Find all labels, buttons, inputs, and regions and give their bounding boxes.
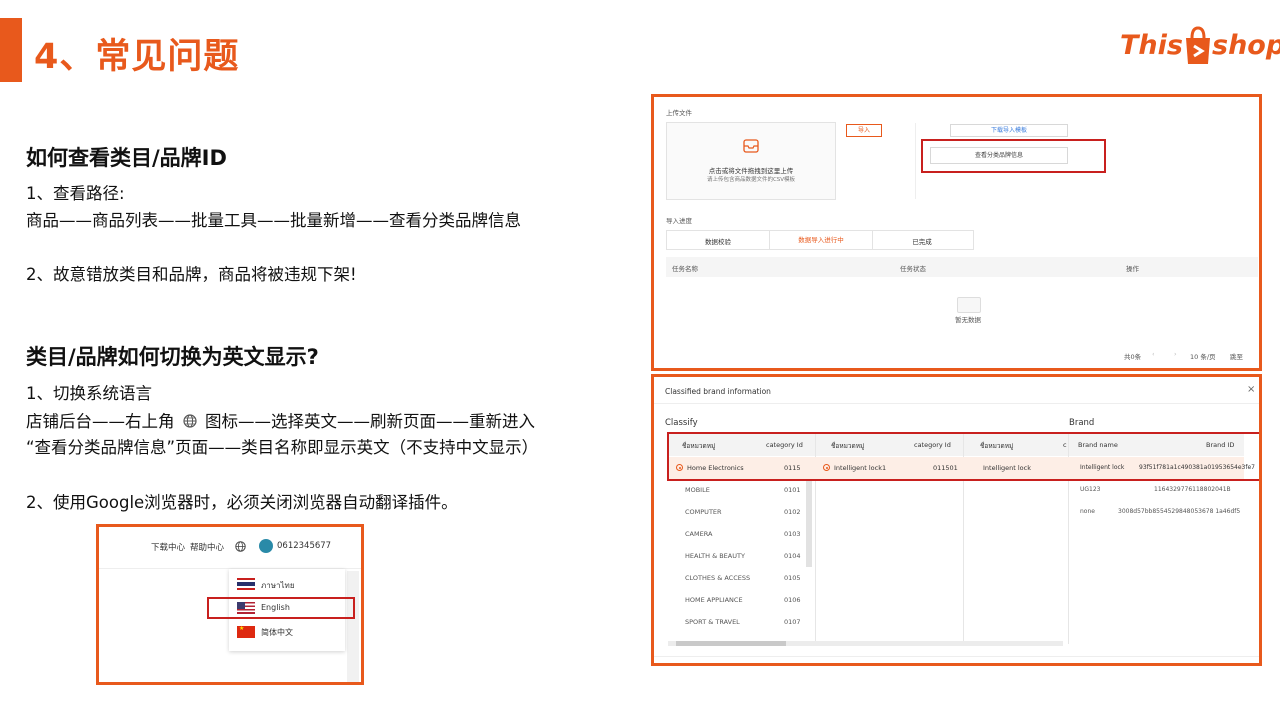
next-page-icon[interactable]: ›	[1174, 350, 1177, 358]
category-id: 0105	[784, 574, 801, 582]
brand-name: UG123	[1080, 486, 1101, 493]
category-name: COMPUTER	[685, 508, 722, 516]
tab-completed[interactable]: 已完成	[871, 236, 973, 246]
table-row[interactable]: HOME APPLIANCE 0106	[668, 589, 808, 611]
bulk-upload-screenshot: 上传文件 点击或将文件拖拽到这里上传 请上传包含商品数据文件的CSV模板 导入 …	[651, 94, 1262, 371]
faq2-step1-line2: “查看分类品牌信息”页面——类目名称即显示英文（不支持中文显示）	[26, 438, 539, 457]
globe-icon[interactable]	[235, 541, 246, 552]
download-center-link[interactable]: 下载中心	[151, 541, 185, 553]
avatar[interactable]	[259, 539, 273, 553]
faq2-step2: 2、使用Google浏览器时，必须关闭浏览器自动翻译插件。	[26, 493, 458, 512]
table-row[interactable]: MOBILE 0101 UG123 1164329776118802041B	[668, 479, 1244, 501]
faq2-step1-line1-b: 图标——选择英文——刷新页面——重新进入	[205, 412, 535, 431]
globe-icon	[183, 414, 197, 428]
view-brand-info-highlight	[921, 139, 1106, 173]
faq2-step1-line1-a: 店铺后台——右上角	[26, 412, 175, 431]
tab-importing[interactable]: 数据导入进行中	[769, 231, 873, 249]
shopping-bag-icon	[1186, 26, 1210, 64]
account-phone[interactable]: 0612345677	[277, 541, 331, 551]
thisshop-logo: This shop	[1120, 26, 1280, 70]
faq1-step1-path: 商品——商品列表——批量工具——批量新增——查看分类品牌信息	[26, 211, 521, 230]
col-task-name: 任务名称	[672, 265, 698, 273]
faq2-step1-label: 1、切换系统语言	[26, 384, 152, 403]
slide-title: 4、常见问题	[34, 37, 240, 77]
category-name: HOME APPLIANCE	[685, 596, 743, 604]
col-action: 操作	[1126, 265, 1139, 273]
upload-tray-icon	[743, 139, 759, 153]
language-option-chinese[interactable]: ★ 简体中文	[229, 621, 345, 643]
english-highlight-box	[207, 597, 355, 619]
category-id: 0103	[784, 530, 801, 538]
progress-tabs: 数据校验 数据导入进行中 已完成	[666, 230, 974, 250]
dialog-header-divider	[654, 403, 1259, 404]
vertical-divider	[915, 123, 916, 199]
category-id: 0106	[784, 596, 801, 604]
category-name: SPORT & TRAVEL	[685, 618, 740, 626]
category-name: CLOTHES & ACCESS	[685, 574, 751, 582]
dialog-footer-divider	[654, 656, 1259, 657]
faq1-step1-label: 1、查看路径:	[26, 184, 125, 203]
help-center-link[interactable]: 帮助中心	[190, 541, 224, 553]
table-row[interactable]: COMPUTER 0102 none 3008d57bb855452984805…	[668, 501, 1244, 523]
brand-info-screenshot: Classified brand information × Classify …	[651, 374, 1262, 666]
category-name: CAMERA	[685, 530, 713, 538]
table-row[interactable]: SPORT & TRAVEL 0107	[668, 611, 808, 633]
table-row[interactable]: CLOTHES & ACCESS 0105	[668, 567, 808, 589]
title-accent-bar	[0, 18, 22, 82]
category-id: 0104	[784, 552, 801, 560]
scrollbar[interactable]	[347, 571, 359, 682]
task-table-header: 任务名称 任务状态 操作	[666, 257, 1258, 277]
language-switch-screenshot: 下载中心 帮助中心 0612345677 ภาษาไทย English ★ 简…	[96, 524, 364, 685]
language-option-thai[interactable]: ภาษาไทย	[229, 573, 345, 595]
horizontal-scrollbar[interactable]	[668, 641, 1063, 646]
language-label: ภาษาไทย	[261, 581, 295, 590]
brand-id: 1164329776118802041B	[1154, 486, 1231, 493]
upload-section-label: 上传文件	[666, 109, 692, 117]
tab-validation[interactable]: 数据校验	[667, 236, 769, 246]
faq2-heading: 类目/品牌如何切换为英文显示?	[26, 345, 319, 369]
empty-box-icon	[957, 297, 981, 313]
logo-text-shop: shop	[1212, 30, 1280, 61]
category-name: HEALTH & BEAUTY	[685, 552, 745, 560]
table-row[interactable]: CAMERA 0103	[668, 523, 808, 545]
top-nav-bar: 下载中心 帮助中心 0612345677	[99, 527, 361, 567]
faq1-heading: 如何查看类目/品牌ID	[26, 146, 227, 170]
language-label: 简体中文	[261, 628, 293, 637]
category-name: MOBILE	[685, 486, 710, 494]
pagination-total: 共0条	[1124, 353, 1142, 361]
drop-zone-text: 点击或将文件拖拽到这里上传	[708, 167, 794, 175]
faq2-step1-line1: 店铺后台——右上角 图标——选择英文——刷新页面——重新进入	[26, 408, 535, 432]
china-flag-icon: ★	[237, 625, 255, 638]
import-button[interactable]: 导入	[846, 124, 882, 137]
drop-zone-hint: 请上传包含商品数据文件的CSV模板	[706, 177, 796, 183]
brand-id: 3008d57bb8554529848053678 1a46df5	[1118, 508, 1241, 515]
category-id: 0101	[784, 486, 801, 494]
logo-text-this: This	[1120, 30, 1183, 61]
page-size-select[interactable]: 10 条/页	[1190, 351, 1216, 361]
selected-row-highlight	[667, 432, 1259, 481]
thailand-flag-icon	[237, 578, 255, 590]
progress-section-label: 导入进度	[666, 217, 692, 225]
faq1-step2: 2、故意错放类目和品牌，商品将被违规下架!	[26, 265, 357, 284]
brand-name: none	[1080, 508, 1095, 515]
dialog-title: Classified brand information	[665, 387, 771, 396]
prev-page-icon[interactable]: ‹	[1152, 350, 1155, 358]
brand-label: Brand	[1069, 418, 1095, 428]
goto-page[interactable]: 跳至	[1230, 351, 1243, 361]
col-task-status: 任务状态	[900, 265, 926, 273]
category-id: 0107	[784, 618, 801, 626]
category-id: 0102	[784, 508, 801, 516]
classify-label: Classify	[665, 418, 698, 428]
file-drop-zone[interactable]: 点击或将文件拖拽到这里上传 请上传包含商品数据文件的CSV模板	[666, 122, 836, 200]
close-icon[interactable]: ×	[1247, 384, 1255, 395]
download-template-button[interactable]: 下载导入模板	[950, 124, 1068, 137]
empty-state-text: 暂无数据	[955, 316, 981, 324]
table-row[interactable]: HEALTH & BEAUTY 0104	[668, 545, 808, 567]
